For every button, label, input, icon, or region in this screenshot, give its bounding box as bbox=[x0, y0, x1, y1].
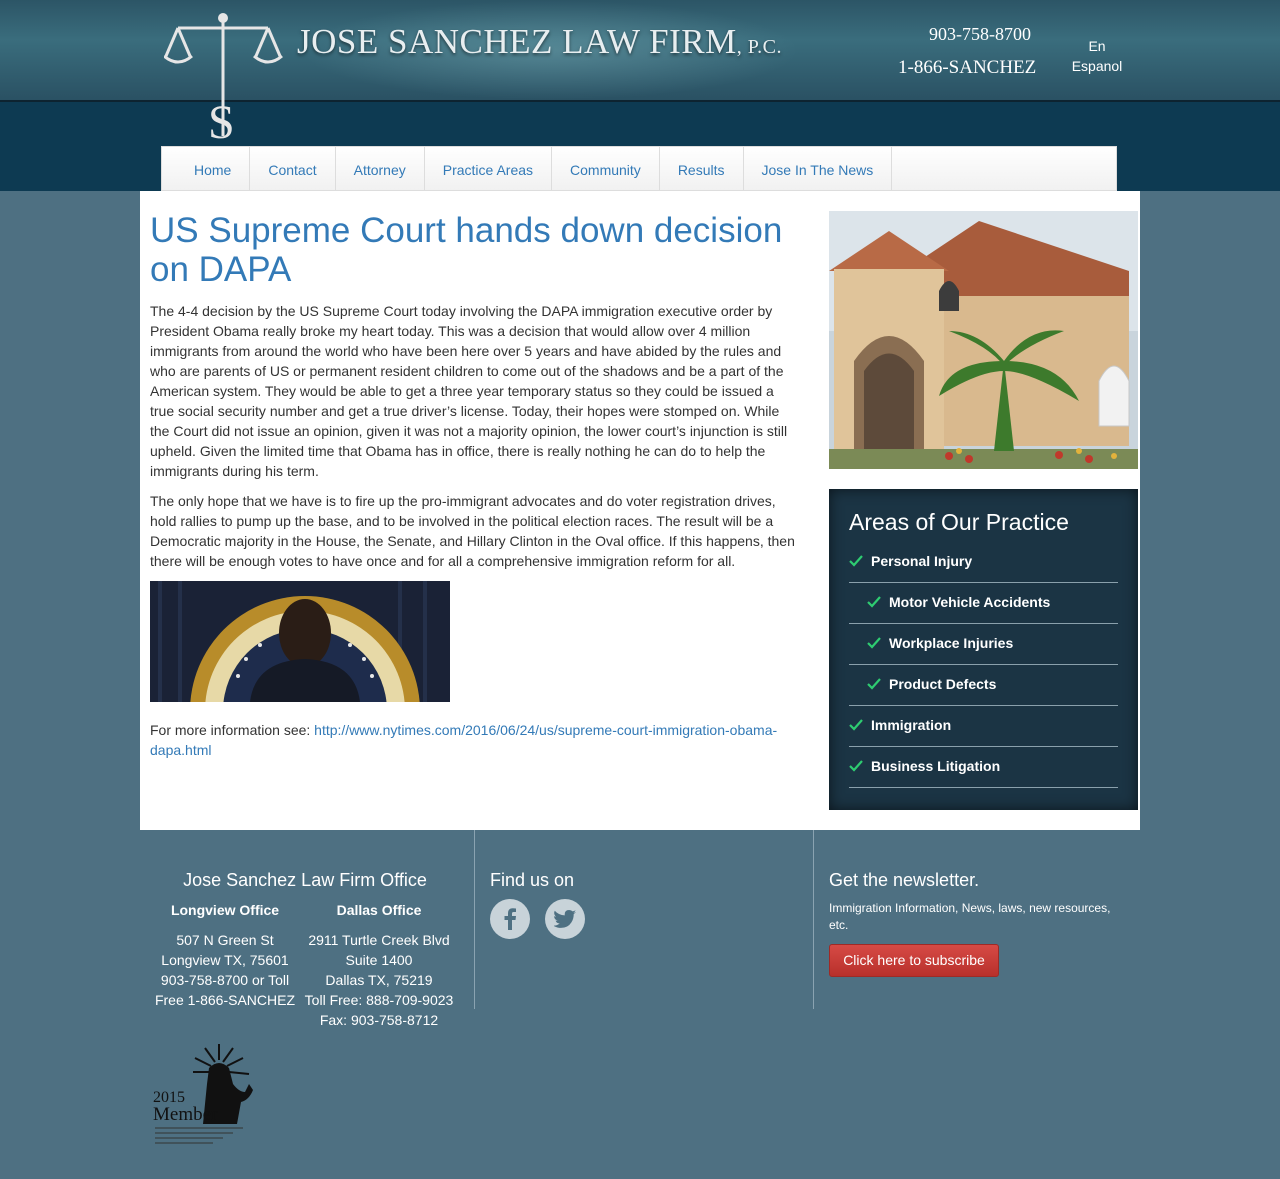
checkmark-icon bbox=[849, 719, 863, 731]
badge-member: Member bbox=[153, 1104, 218, 1125]
nav-results[interactable]: Results bbox=[660, 147, 744, 191]
firm-name-text: JOSE SANCHEZ LAW FIRM bbox=[297, 22, 737, 61]
checkmark-icon bbox=[849, 760, 863, 772]
longview-office-address: 507 N Green St Longview TX, 75601 903-75… bbox=[154, 932, 296, 1008]
practice-item-label: Product Defects bbox=[889, 676, 997, 692]
twitter-icon[interactable] bbox=[545, 899, 585, 939]
scales-of-justice-logo-icon[interactable]: S bbox=[164, 12, 284, 144]
nav-practice-areas[interactable]: Practice Areas bbox=[425, 147, 553, 191]
practice-item-label: Immigration bbox=[871, 717, 952, 733]
footer-offices: Jose Sanchez Law Firm Office Longview Of… bbox=[150, 830, 475, 1028]
footer-social: Find us on bbox=[475, 830, 814, 1009]
practice-item-motor-vehicle-accidents[interactable]: Motor Vehicle Accidents bbox=[849, 583, 1118, 624]
dallas-fax: Fax: 903-758-8712 bbox=[319, 1012, 439, 1028]
lang-es-link[interactable]: Espanol bbox=[1066, 56, 1128, 76]
firm-suffix-text: , P.C. bbox=[736, 36, 782, 58]
practice-areas-panel: Areas of Our Practice Personal Injury Mo… bbox=[829, 489, 1138, 810]
nav-contact[interactable]: Contact bbox=[250, 147, 336, 191]
main-content: US Supreme Court hands down decision on … bbox=[140, 191, 1140, 830]
dallas-address-line: Dallas TX, 75219 bbox=[325, 972, 433, 988]
checkmark-icon bbox=[849, 555, 863, 567]
newsletter-description: Immigration Information, News, laws, new… bbox=[829, 901, 1111, 932]
article-paragraph-1: The 4-4 decision by the US Supreme Court… bbox=[150, 303, 788, 479]
longview-office: Longview Office 507 N Green St Longview … bbox=[150, 900, 300, 1010]
language-switcher: En Espanol bbox=[1066, 36, 1128, 76]
office-section-title: Jose Sanchez Law Firm Office bbox=[183, 870, 427, 890]
dallas-office-name: Dallas Office bbox=[336, 902, 422, 918]
checkmark-icon bbox=[867, 596, 881, 608]
more-info-line: For more information see: http://www.nyt… bbox=[150, 720, 800, 760]
checkmark-icon bbox=[867, 637, 881, 649]
checkmark-icon bbox=[867, 678, 881, 690]
dallas-address-line: Suite 1400 bbox=[345, 952, 413, 968]
phone-primary[interactable]: 903-758-8700 bbox=[929, 24, 1031, 45]
facebook-icon[interactable] bbox=[490, 899, 530, 939]
practice-item-workplace-injuries[interactable]: Workplace Injuries bbox=[849, 624, 1118, 665]
dallas-office: Dallas Office 2911 Turtle Creek Blvd Sui… bbox=[304, 900, 454, 1030]
practice-item-label: Motor Vehicle Accidents bbox=[889, 594, 1051, 610]
subscribe-button[interactable]: Click here to subscribe bbox=[829, 944, 999, 977]
house-photo bbox=[829, 211, 1138, 469]
practice-item-business-litigation[interactable]: Business Litigation bbox=[849, 747, 1118, 788]
practice-item-label: Business Litigation bbox=[871, 758, 1001, 774]
find-us-title: Find us on bbox=[490, 870, 575, 890]
practice-item-personal-injury[interactable]: Personal Injury bbox=[849, 542, 1118, 583]
president-seal-photo bbox=[150, 581, 450, 702]
firm-name-title[interactable]: JOSE SANCHEZ LAW FIRM, P.C. bbox=[297, 22, 782, 62]
svg-text:S: S bbox=[208, 96, 235, 144]
phone-toll-free[interactable]: 1-866-SANCHEZ bbox=[898, 57, 1036, 79]
practice-item-product-defects[interactable]: Product Defects bbox=[849, 665, 1118, 706]
lang-en-link[interactable]: En bbox=[1066, 36, 1128, 56]
newsletter-title: Get the newsletter. bbox=[829, 870, 980, 890]
nav-attorney[interactable]: Attorney bbox=[336, 147, 425, 191]
longview-office-name: Longview Office bbox=[170, 902, 280, 918]
practice-item-immigration[interactable]: Immigration bbox=[849, 706, 1118, 747]
practice-item-label: Workplace Injuries bbox=[889, 635, 1014, 651]
footer-newsletter: Get the newsletter. Immigration Informat… bbox=[814, 830, 1134, 1009]
statue-of-liberty-member-badge: 2015 Member bbox=[153, 1044, 253, 1144]
article-paragraph-2: The only hope that we have is to fire up… bbox=[150, 493, 795, 569]
more-info-label: For more information see: bbox=[150, 722, 315, 738]
social-links bbox=[490, 899, 585, 939]
main-nav: Home Contact Attorney Practice Areas Com… bbox=[161, 146, 1117, 191]
practice-areas-list: Personal Injury Motor Vehicle Accidents … bbox=[849, 542, 1118, 788]
dallas-toll-free: Toll Free: 888-709-9023 bbox=[304, 992, 454, 1008]
nav-home[interactable]: Home bbox=[176, 147, 251, 191]
nav-community[interactable]: Community bbox=[552, 147, 660, 191]
practice-item-label: Personal Injury bbox=[871, 553, 973, 569]
article-title: US Supreme Court hands down decision on … bbox=[150, 211, 783, 289]
nav-jose-in-the-news[interactable]: Jose In The News bbox=[744, 147, 893, 191]
practice-areas-title: Areas of Our Practice bbox=[849, 509, 1069, 535]
dallas-address-line: 2911 Turtle Creek Blvd bbox=[308, 932, 450, 948]
article: US Supreme Court hands down decision on … bbox=[150, 211, 800, 770]
